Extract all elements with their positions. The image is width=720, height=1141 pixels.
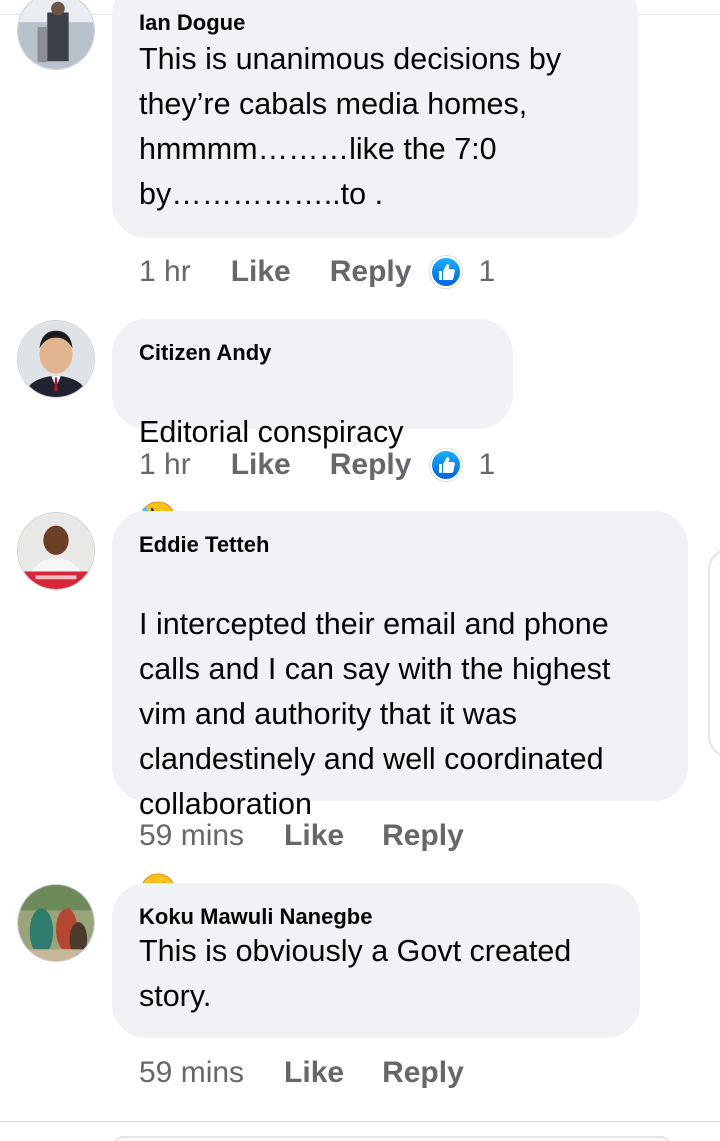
comment-bubble: Koku Mawuli Nanegbe This is obviously a … — [112, 883, 640, 1038]
reply-button[interactable]: Reply — [330, 448, 412, 482]
like-button[interactable]: Like — [284, 1056, 344, 1090]
reply-button[interactable]: Reply — [382, 1056, 464, 1090]
comment-time[interactable]: 59 mins — [139, 819, 244, 853]
comment-time[interactable]: 1 hr — [139, 255, 191, 289]
comment-text: This is unanimous decisions by they’re c… — [139, 42, 562, 211]
comment-author[interactable]: Eddie Tetteh — [139, 532, 662, 558]
comment-author[interactable]: Citizen Andy — [139, 340, 487, 366]
side-panel-edge — [708, 548, 720, 758]
avatar[interactable] — [17, 512, 95, 590]
divider — [0, 1121, 720, 1122]
reaction-count[interactable]: 1 — [478, 255, 495, 289]
comment-bubble: Ian Dogue This is unanimous decisions by… — [112, 0, 638, 238]
comment-text-content: I intercepted their email and phone call… — [139, 607, 611, 821]
comment-time[interactable]: 1 hr — [139, 448, 191, 482]
avatar[interactable] — [17, 320, 95, 398]
comment-bubble: Citizen Andy Editorial conspiracy — [112, 319, 513, 537]
comment-author[interactable]: Ian Dogue — [139, 10, 612, 36]
comment-actions: 1 hr Like Reply 1 — [139, 252, 495, 292]
reaction-count[interactable]: 1 — [478, 448, 495, 482]
reply-button[interactable]: Reply — [330, 255, 412, 289]
comment-text: This is obviously a Govt created story. — [139, 934, 572, 1013]
comment-time[interactable]: 59 mins — [139, 1056, 244, 1090]
next-comment-edge — [112, 1136, 672, 1141]
comment-bubble: Eddie Tetteh I intercepted their email a… — [112, 511, 688, 909]
like-button[interactable]: Like — [284, 819, 344, 853]
comment-actions: 59 mins Like Reply — [139, 816, 464, 856]
comments-thread: Ian Dogue This is unanimous decisions by… — [0, 0, 720, 1141]
thumbs-up-icon[interactable] — [430, 256, 463, 288]
comment-actions: 59 mins Like Reply — [139, 1053, 464, 1093]
comment-author[interactable]: Koku Mawuli Nanegbe — [139, 904, 614, 930]
comment-actions: 1 hr Like Reply 1 — [139, 445, 495, 485]
avatar[interactable] — [17, 884, 95, 962]
thumbs-up-icon[interactable] — [430, 449, 463, 481]
like-button[interactable]: Like — [231, 448, 291, 482]
like-button[interactable]: Like — [231, 255, 291, 289]
comment-text-content: Editorial conspiracy — [139, 415, 404, 449]
avatar[interactable] — [17, 0, 95, 70]
reply-button[interactable]: Reply — [382, 819, 464, 853]
comment-text: I intercepted their email and phone call… — [139, 557, 662, 923]
